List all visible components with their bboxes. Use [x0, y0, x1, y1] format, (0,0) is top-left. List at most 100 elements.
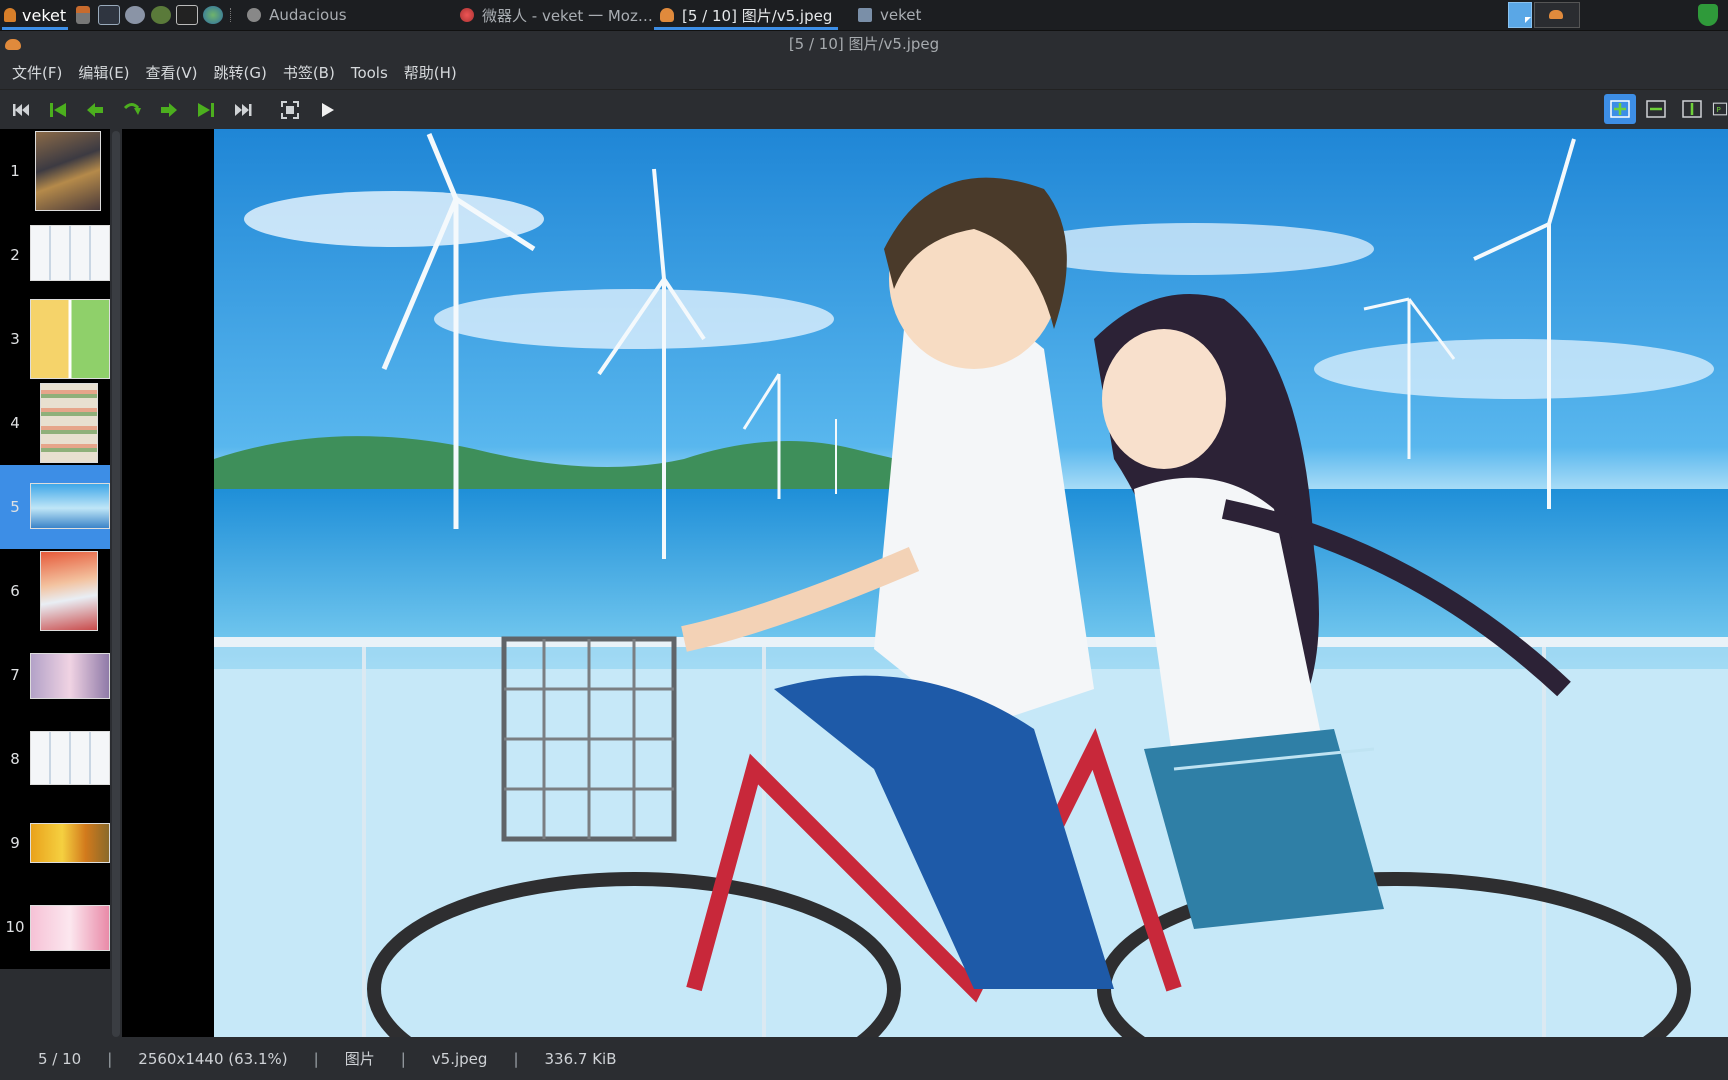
system-monitor-icon: [98, 5, 121, 25]
best-fit-button[interactable]: [1604, 94, 1636, 124]
thumbnail-sidebar: 1 2 3 4 5 6 7 8 9 10: [0, 129, 110, 969]
menu-edit[interactable]: 编辑(E): [70, 58, 137, 88]
slideshow-button[interactable]: [312, 95, 342, 125]
mouse-cursor-icon: [1525, 17, 1531, 23]
launcher-player[interactable]: [148, 0, 174, 30]
task-file-manager[interactable]: veket: [850, 0, 929, 30]
zoom-mode-group: P: [1600, 94, 1728, 124]
status-separator: |: [513, 1049, 519, 1068]
menu-go[interactable]: 跳转(G): [206, 58, 275, 88]
thumbnail-item[interactable]: 9: [0, 801, 110, 885]
slideshow-play-icon: [322, 102, 334, 117]
thumbnail-image: [30, 731, 110, 785]
previous-archive-button[interactable]: [43, 95, 73, 125]
first-page-icon: [13, 103, 29, 116]
toolbar: P: [0, 89, 1728, 129]
thumbnail-item[interactable]: 7: [0, 633, 110, 717]
status-bar: 5 / 10 | 2560x1440 (63.1%) | 图片 | v5.jpe…: [0, 1037, 1728, 1080]
thumbnail-image: [30, 823, 110, 863]
window-app-icon[interactable]: [5, 39, 21, 50]
task-label: veket: [880, 6, 922, 24]
taskbar: veket Audacious 微器人 - veket 一 Moz… [5 / …: [0, 0, 1728, 31]
thumbnail-item[interactable]: 1: [0, 129, 110, 213]
launcher-browser[interactable]: [200, 0, 226, 30]
menu-help[interactable]: 帮助(H): [396, 58, 465, 88]
first-page-button[interactable]: [6, 95, 36, 125]
task-label: Audacious: [269, 6, 347, 24]
last-page-icon: [235, 103, 252, 116]
manual-zoom-button[interactable]: P: [1712, 94, 1728, 124]
window-title: [5 / 10] 图片/v5.jpeg: [788, 35, 940, 53]
image-viewport[interactable]: [122, 129, 1728, 1037]
thumbnail-number: 8: [10, 750, 20, 768]
previous-page-icon: [87, 102, 103, 117]
workspace-pager[interactable]: [1508, 2, 1592, 28]
displayed-image: [214, 129, 1728, 1037]
task-firefox[interactable]: 微器人 - veket 一 Moz…: [452, 0, 661, 30]
menu-file[interactable]: 文件(F): [4, 58, 70, 88]
fit-width-button[interactable]: [1640, 94, 1672, 124]
thumbnail-item[interactable]: 2: [0, 213, 110, 297]
thumbnail-item[interactable]: 4: [0, 381, 110, 465]
thumbnail-item-selected[interactable]: 5: [0, 465, 110, 549]
thumbnail-scrollbar[interactable]: [112, 131, 120, 1037]
hammer-icon: [76, 6, 91, 24]
fit-width-icon: [1646, 100, 1666, 118]
fullscreen-icon: [281, 100, 299, 119]
thumbnail-number: 5: [10, 498, 20, 516]
thumbnail-image: [30, 225, 110, 281]
previous-archive-icon: [50, 102, 66, 117]
thumbnail-image: [35, 131, 101, 211]
page-indicator: 5 / 10: [38, 1049, 82, 1068]
best-fit-icon: [1610, 100, 1630, 118]
last-page-button[interactable]: [228, 95, 258, 125]
file-name: v5.jpeg: [431, 1049, 488, 1068]
thumbnail-number: 10: [5, 918, 25, 936]
previous-page-button[interactable]: [80, 95, 110, 125]
launcher-settings[interactable]: [122, 0, 148, 30]
thumbnail-item[interactable]: 3: [0, 297, 110, 381]
thumbnail-item[interactable]: 6: [0, 549, 110, 633]
status-separator: |: [107, 1049, 113, 1068]
thumbnail-image: [40, 383, 98, 463]
task-image-viewer[interactable]: [5 / 10] 图片/v5.jpeg: [652, 0, 840, 30]
launcher-tool[interactable]: [70, 0, 96, 30]
menu-bookmarks[interactable]: 书签(B): [275, 58, 343, 88]
thumbnail-number: 1: [10, 162, 20, 180]
menu-bar: 文件(F) 编辑(E) 查看(V) 跳转(G) 书签(B) Tools 帮助(H…: [0, 58, 1728, 88]
workspace-2[interactable]: [1534, 2, 1580, 28]
status-separator: |: [313, 1049, 319, 1068]
rotate-icon: [123, 102, 141, 115]
workspace-1[interactable]: [1508, 2, 1532, 28]
app-menu-icon: [4, 8, 16, 22]
play-launcher-icon: [151, 6, 172, 24]
next-page-icon: [161, 102, 177, 117]
viewer-icon: [1549, 10, 1563, 19]
manual-zoom-icon: P: [1712, 102, 1728, 116]
shield-icon[interactable]: [1698, 4, 1718, 26]
task-label: 微器人 - veket 一 Moz…: [482, 6, 653, 25]
thumbnail-item[interactable]: 10: [0, 885, 110, 969]
next-archive-button[interactable]: [191, 95, 221, 125]
thumbnail-number: 7: [10, 666, 20, 684]
globe-icon: [203, 6, 224, 24]
menu-view[interactable]: 查看(V): [138, 58, 206, 88]
firefox-icon: [460, 8, 474, 22]
thumbnail-list[interactable]: 1 2 3 4 5 6 7 8 9 10: [0, 129, 110, 969]
thumbnail-number: 3: [10, 330, 20, 348]
rotate-button[interactable]: [117, 95, 147, 125]
menu-tools[interactable]: Tools: [343, 58, 396, 88]
thumbnail-image: [40, 551, 98, 631]
task-audacious[interactable]: Audacious: [239, 0, 354, 30]
fullscreen-button[interactable]: [275, 95, 305, 125]
launcher-terminal[interactable]: [174, 0, 200, 30]
fit-height-button[interactable]: [1676, 94, 1708, 124]
thumbnail-image: [30, 905, 110, 951]
next-page-button[interactable]: [154, 95, 184, 125]
app-menu-button[interactable]: veket: [0, 0, 70, 30]
thumbnail-number: 4: [10, 414, 20, 432]
folder-icon: [858, 8, 872, 22]
thumbnail-item[interactable]: 8: [0, 717, 110, 801]
launcher-monitor[interactable]: [96, 0, 122, 30]
app-menu-label: veket: [22, 5, 67, 25]
